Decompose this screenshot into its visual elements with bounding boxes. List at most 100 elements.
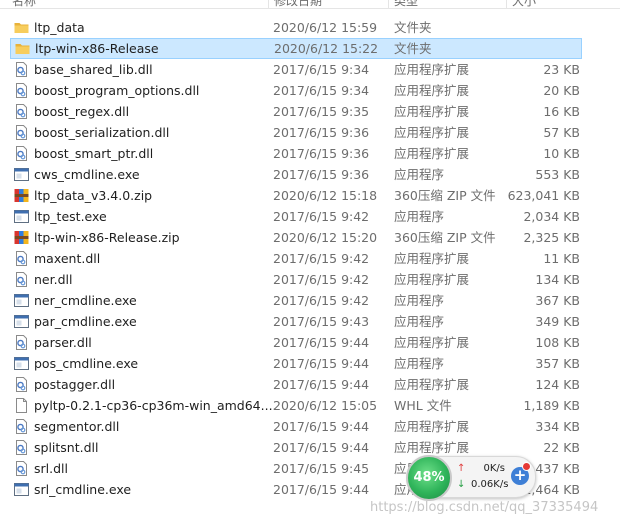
file-type: 应用程序扩展 (394, 251, 470, 266)
file-date: 2017/6/15 9:34 (273, 62, 370, 77)
dll-icon (14, 419, 29, 434)
file-row[interactable]: pos_cmdline.exe 2017/6/15 9:44 应用程序 357 KB (0, 353, 620, 374)
dll-icon (14, 272, 29, 287)
file-row[interactable]: ltp-win-x86-Release 2020/6/12 15:22 文件夹 (10, 38, 582, 59)
file-date: 2017/6/15 9:35 (273, 104, 370, 119)
file-date: 2020/6/12 15:05 (273, 398, 378, 413)
file-size: 367 KB (535, 293, 580, 308)
file-row[interactable]: boost_regex.dll 2017/6/15 9:35 应用程序扩展 16 KB (0, 101, 620, 122)
file-type: 应用程序扩展 (394, 146, 470, 161)
dll-icon (14, 377, 29, 392)
file-size: 357 KB (535, 356, 580, 371)
file-name: boost_serialization.dll (34, 125, 170, 140)
file-name: boost_regex.dll (34, 104, 130, 119)
column-type-header[interactable]: 类型 (394, 0, 418, 8)
file-row[interactable]: postagger.dll 2017/6/15 9:44 应用程序扩展 124 KB (0, 374, 620, 395)
file-date: 2017/6/15 9:44 (273, 377, 370, 392)
file-date: 2020/6/12 15:22 (274, 41, 379, 56)
file-date: 2017/6/15 9:36 (273, 167, 370, 182)
folder-icon (15, 41, 30, 56)
file-name: splitsnt.dll (34, 440, 99, 455)
file-name: boost_smart_ptr.dll (34, 146, 154, 161)
file-type: 应用程序扩展 (394, 377, 470, 392)
column-divider[interactable] (268, 0, 269, 8)
file-list: ltp_data 2020/6/12 15:59 文件夹 ltp-win-x86-Re… (0, 17, 620, 500)
dll-icon (14, 335, 29, 350)
file-type: 应用程序扩展 (394, 125, 470, 140)
exe-icon (14, 482, 29, 497)
file-type: 文件夹 (394, 20, 432, 35)
file-date: 2017/6/15 9:42 (273, 293, 370, 308)
file-name: ltp-win-x86-Release (35, 41, 159, 56)
file-size: 334 KB (535, 419, 580, 434)
watermark: https://blog.csdn.net/qq_37335494 (370, 500, 599, 515)
upload-speed-value: 0K/s (483, 463, 506, 474)
file-date: 2017/6/15 9:42 (273, 251, 370, 266)
file-row[interactable]: maxent.dll 2017/6/15 9:42 应用程序扩展 11 KB (0, 248, 620, 269)
dll-icon (14, 125, 29, 140)
file-row[interactable]: ltp_data_v3.4.0.zip 2020/6/12 15:18 360压缩 … (0, 185, 620, 206)
dll-icon (14, 146, 29, 161)
file-name: postagger.dll (34, 377, 116, 392)
dll-icon (14, 461, 29, 476)
dll-icon (14, 83, 29, 98)
file-row[interactable]: ltp_data 2020/6/12 15:59 文件夹 (0, 17, 620, 38)
notification-dot (522, 462, 531, 471)
file-name: pos_cmdline.exe (34, 356, 139, 371)
file-date: 2020/6/12 15:59 (273, 20, 378, 35)
file-type: 应用程序 (394, 167, 445, 182)
file-name: ltp_data_v3.4.0.zip (34, 188, 153, 203)
file-icon (14, 398, 29, 413)
file-row[interactable]: ner.dll 2017/6/15 9:42 应用程序扩展 134 KB (0, 269, 620, 290)
zip-icon (14, 188, 29, 203)
file-size: 2,034 KB (523, 209, 580, 224)
file-row[interactable]: parser.dll 2017/6/15 9:44 应用程序扩展 108 KB (0, 332, 620, 353)
file-row[interactable]: pyltp-0.2.1-cp36-cp36m-win_amd64.... 2020… (0, 395, 620, 416)
file-type: 应用程序扩展 (394, 83, 470, 98)
folder-icon (14, 20, 29, 35)
file-name: maxent.dll (34, 251, 101, 266)
file-name: cws_cmdline.exe (34, 167, 140, 182)
file-date: 2017/6/15 9:43 (273, 314, 370, 329)
file-size: 108 KB (535, 335, 580, 350)
file-date: 2020/6/12 15:18 (273, 188, 378, 203)
file-row[interactable]: ltp_test.exe 2017/6/15 9:42 应用程序 2,034 KB (0, 206, 620, 227)
file-row[interactable]: cws_cmdline.exe 2017/6/15 9:36 应用程序 553 KB (0, 164, 620, 185)
file-row[interactable]: boost_program_options.dll 2017/6/15 9:34 应… (0, 80, 620, 101)
file-name: ltp_test.exe (34, 209, 107, 224)
file-row[interactable]: ner_cmdline.exe 2017/6/15 9:42 应用程序 367 KB (0, 290, 620, 311)
file-date: 2017/6/15 9:44 (273, 335, 370, 350)
file-row[interactable]: ltp-win-x86-Release.zip 2020/6/12 15:20 36… (0, 227, 620, 248)
file-row[interactable]: base_shared_lib.dll 2017/6/15 9:34 应用程序扩展 2… (0, 59, 620, 80)
file-row[interactable]: boost_serialization.dll 2017/6/15 9:36 应用程… (0, 122, 620, 143)
file-date: 2017/6/15 9:45 (273, 461, 370, 476)
file-row[interactable]: segmentor.dll 2017/6/15 9:44 应用程序扩展 334 KB (0, 416, 620, 437)
column-name-header[interactable]: 名称 (12, 0, 36, 8)
file-type: WHL 文件 (394, 398, 452, 413)
column-divider[interactable] (506, 0, 507, 8)
file-size: 349 KB (535, 314, 580, 329)
file-name: ltp_data (34, 20, 85, 35)
file-row[interactable]: splitsnt.dll 2017/6/15 9:44 应用程序扩展 22 KB (0, 437, 620, 458)
file-date: 2017/6/15 9:36 (273, 146, 370, 161)
exe-icon (14, 314, 29, 329)
file-date: 2017/6/15 9:42 (273, 272, 370, 287)
file-type: 应用程序 (394, 293, 445, 308)
file-type: 应用程序 (394, 209, 445, 224)
column-size-header[interactable]: 大小 (512, 0, 536, 8)
file-size: 16 KB (543, 104, 580, 119)
file-type: 应用程序扩展 (394, 104, 470, 119)
network-speed-widget[interactable]: 48% ↑ 0K/s ↓ 0.06K/s + (406, 455, 536, 501)
column-divider[interactable] (388, 0, 389, 8)
file-size: 2,325 KB (523, 230, 580, 245)
file-name: srl_cmdline.exe (34, 482, 132, 497)
file-type: 360压缩 ZIP 文件 (394, 188, 496, 203)
usage-gauge[interactable]: 48% (406, 455, 452, 501)
column-date-header[interactable]: 修改日期 (274, 0, 322, 8)
download-speed-value: 0.06K/s (471, 479, 509, 490)
file-date: 2020/6/12 15:20 (273, 230, 378, 245)
file-row[interactable]: boost_smart_ptr.dll 2017/6/15 9:36 应用程序扩展 1… (0, 143, 620, 164)
file-size: 134 KB (535, 272, 580, 287)
download-arrow-icon: ↓ (457, 479, 466, 490)
file-row[interactable]: par_cmdline.exe 2017/6/15 9:43 应用程序 349 KB (0, 311, 620, 332)
